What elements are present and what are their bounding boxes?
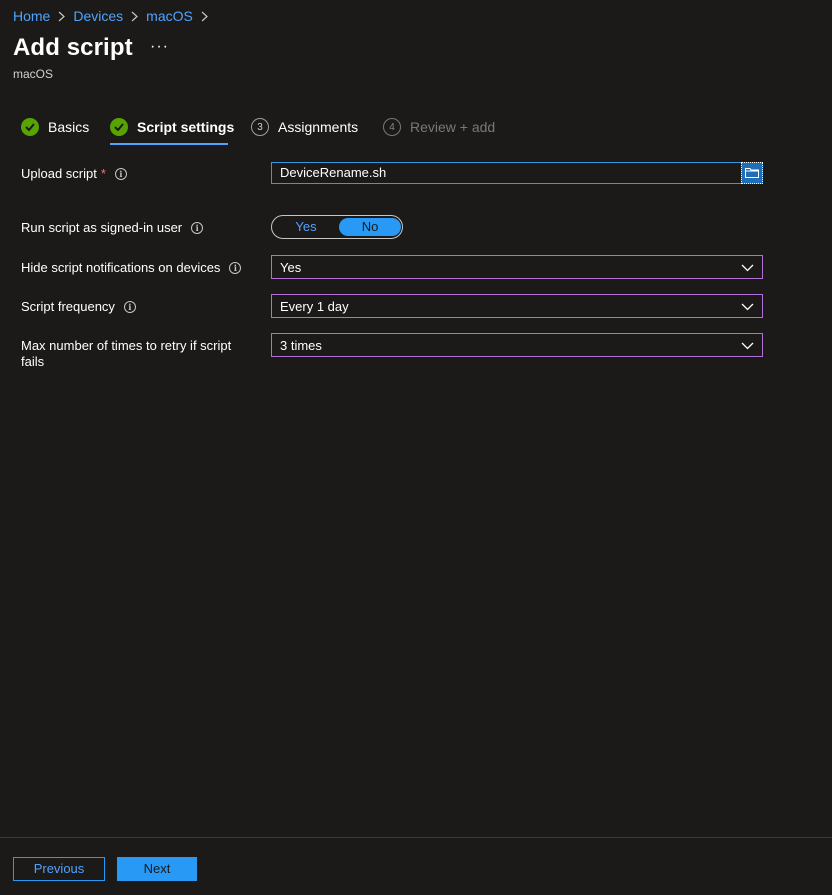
info-icon[interactable]: i	[114, 167, 127, 180]
hide-notifications-value: Yes	[280, 259, 302, 275]
breadcrumb-macos-link[interactable]: macOS	[146, 8, 193, 24]
step-number-badge: 3	[251, 118, 269, 136]
chevron-right-icon	[58, 11, 66, 22]
toggle-yes-option[interactable]: Yes	[275, 218, 337, 236]
tab-assignments[interactable]: 3 Assignments	[251, 118, 358, 136]
step-number-badge: 4	[383, 118, 401, 136]
browse-file-button[interactable]	[741, 162, 763, 184]
tab-review-add-label: Review + add	[410, 119, 496, 135]
info-icon[interactable]: i	[229, 261, 242, 274]
tab-script-settings[interactable]: Script settings	[110, 118, 234, 136]
toggle-no-option[interactable]: No	[339, 218, 401, 236]
breadcrumb: Home Devices macOS	[13, 8, 216, 24]
run-as-user-toggle[interactable]: Yes No	[271, 215, 403, 239]
checkmark-icon	[21, 118, 39, 136]
next-button[interactable]: Next	[117, 857, 197, 881]
chevron-right-icon	[201, 11, 208, 22]
script-frequency-label: Script frequency i	[21, 299, 136, 314]
max-retries-value: 3 times	[280, 337, 322, 353]
run-as-user-label-text: Run script as signed-in user	[21, 220, 183, 235]
chevron-right-icon	[131, 11, 139, 22]
upload-script-label: Upload script * i	[21, 166, 127, 181]
checkmark-icon	[110, 118, 128, 136]
script-frequency-label-text: Script frequency	[21, 299, 115, 314]
script-frequency-value: Every 1 day	[280, 298, 349, 314]
more-options-button[interactable]: ···	[150, 38, 169, 56]
chevron-down-icon	[741, 299, 754, 314]
previous-button[interactable]: Previous	[13, 857, 105, 881]
max-retries-label-line1: Max number of times to retry if script	[21, 338, 232, 353]
max-retries-label-line2: fails	[21, 354, 45, 369]
folder-icon	[745, 166, 759, 181]
max-retries-select[interactable]: 3 times	[271, 333, 763, 357]
hide-notifications-label-text: Hide script notifications on devices	[21, 260, 221, 275]
upload-script-input[interactable]: DeviceRename.sh	[271, 162, 743, 184]
chevron-down-icon	[741, 338, 754, 353]
script-frequency-select[interactable]: Every 1 day	[271, 294, 763, 318]
required-asterisk: *	[100, 166, 106, 181]
active-tab-indicator	[110, 143, 228, 145]
info-icon[interactable]: i	[191, 221, 204, 234]
page-subtitle: macOS	[13, 67, 54, 81]
tab-review-add: 4 Review + add	[383, 118, 495, 136]
breadcrumb-devices-link[interactable]: Devices	[73, 8, 123, 24]
hide-notifications-label: Hide script notifications on devices i	[21, 260, 242, 275]
info-icon[interactable]: i	[123, 300, 136, 313]
tab-script-settings-label: Script settings	[137, 119, 235, 135]
footer-divider	[0, 837, 832, 838]
max-retries-label: Max number of times to retry if script f…	[21, 338, 231, 370]
tab-assignments-label: Assignments	[278, 119, 359, 135]
run-as-user-label: Run script as signed-in user i	[21, 220, 204, 235]
hide-notifications-select[interactable]: Yes	[271, 255, 763, 279]
upload-script-label-text: Upload script	[21, 166, 97, 181]
breadcrumb-home-link[interactable]: Home	[13, 8, 50, 24]
page-title: Add script	[13, 34, 133, 61]
tab-basics[interactable]: Basics	[21, 118, 89, 136]
chevron-down-icon	[741, 260, 754, 275]
tab-basics-label: Basics	[48, 119, 90, 135]
